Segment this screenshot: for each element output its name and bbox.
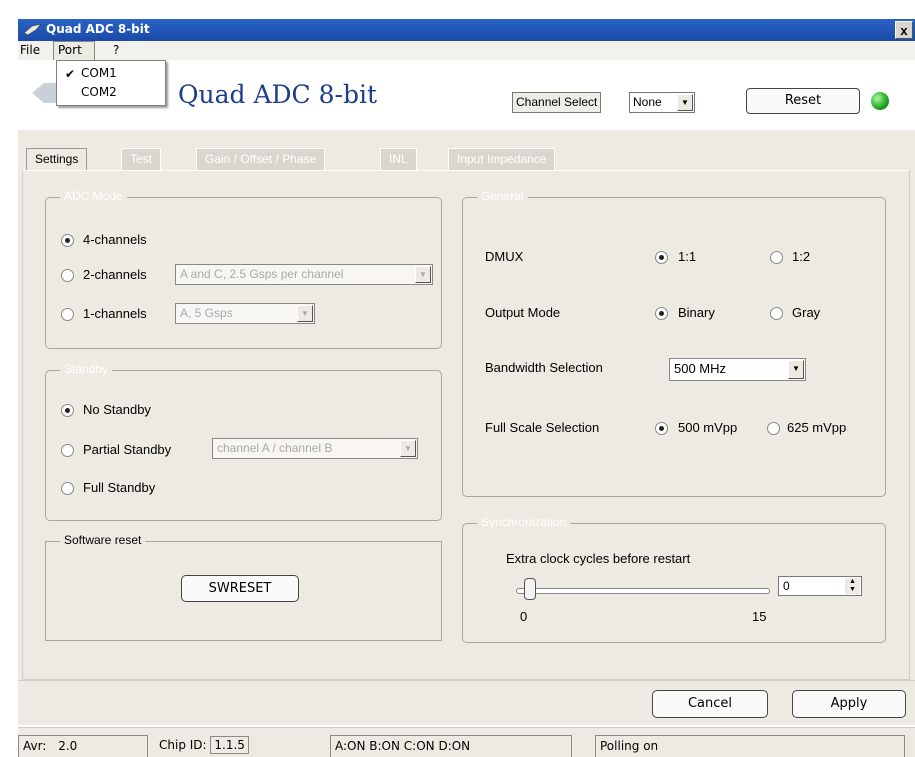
channel-select-label: Channel Select: [512, 92, 602, 113]
status-chip-label: Chip ID:: [159, 738, 207, 752]
menu-port[interactable]: Port: [53, 41, 95, 60]
status-avr-label: Avr:: [23, 739, 47, 753]
software-reset-title: Software reset: [60, 533, 146, 547]
radio-full-standby[interactable]: [61, 482, 74, 495]
chevron-down-icon[interactable]: ▼: [788, 360, 804, 379]
radio-dmux-1-1[interactable]: [655, 251, 668, 264]
radio-dmux-1-2[interactable]: [770, 251, 783, 264]
tab-inl[interactable]: INL: [380, 148, 417, 170]
standby-title: Standby: [60, 362, 113, 376]
menu-help[interactable]: ?: [113, 43, 119, 57]
chevron-down-icon[interactable]: ▼: [400, 440, 416, 457]
tab-test[interactable]: Test: [121, 148, 162, 170]
tab-gain-offset-phase[interactable]: Gain / Offset / Phase: [196, 148, 326, 170]
general-group: General: [462, 189, 886, 497]
one-channel-mode-value: A, 5 Gsps: [180, 306, 233, 320]
app-logo-text: Quad ADC 8-bit: [178, 80, 378, 109]
bandwidth-value: 500 MHz: [674, 361, 727, 376]
label-4-channels: 4-channels: [83, 232, 147, 247]
spin-arrows-icon[interactable]: ▲ ▼: [845, 578, 860, 594]
label-dmux-1-1: 1:1: [678, 249, 697, 264]
status-channels: A:ON B:ON C:ON D:ON: [330, 735, 572, 757]
footer-divider: [18, 680, 915, 681]
label-2-channels: 2-channels: [83, 267, 147, 282]
cancel-button[interactable]: Cancel: [652, 690, 768, 718]
chevron-down-icon[interactable]: ▼: [297, 305, 313, 322]
two-channel-mode-value: A and C, 2.5 Gsps per channel: [180, 267, 344, 281]
label-output-gray: Gray: [792, 305, 821, 320]
title-bar: Quad ADC 8-bit x: [18, 19, 915, 41]
output-mode-label: Output Mode: [485, 305, 561, 320]
radio-output-binary[interactable]: [655, 307, 668, 320]
dmux-label: DMUX: [485, 249, 524, 264]
adc-mode-title: ADC Mode: [60, 189, 127, 203]
radio-1-channels[interactable]: [61, 308, 74, 321]
full-scale-label: Full Scale Selection: [485, 420, 600, 435]
general-title: General: [477, 189, 528, 203]
radio-partial-standby[interactable]: [61, 444, 74, 457]
port-menu-dropdown: ✔ COM1 COM2: [56, 60, 166, 106]
chevron-down-icon[interactable]: ▼: [677, 94, 693, 111]
close-button[interactable]: x: [895, 21, 913, 39]
bandwidth-label: Bandwidth Selection: [485, 360, 603, 375]
radio-4-channels[interactable]: [61, 234, 74, 247]
label-partial-standby: Partial Standby: [83, 442, 172, 457]
port-menu-item-com1[interactable]: COM1: [81, 66, 117, 80]
radio-2-channels[interactable]: [61, 269, 74, 282]
close-icon: x: [900, 23, 908, 38]
port-menu-item-com2[interactable]: COM2: [81, 85, 117, 99]
sync-slider-thumb[interactable]: [524, 578, 536, 600]
status-avr: Avr: 2.0: [18, 735, 148, 757]
slider-min-label: 0: [520, 609, 528, 624]
status-chip-id: Chip ID: 1.1.5: [155, 735, 325, 757]
status-polling: Polling on: [595, 735, 905, 757]
app-icon: [24, 24, 42, 36]
radio-output-gray[interactable]: [770, 307, 783, 320]
menu-bar: File Port ?: [18, 41, 915, 60]
sync-cycles-spinbox[interactable]: 0 ▲ ▼: [778, 576, 862, 596]
label-output-binary: Binary: [678, 305, 715, 320]
label-fs-500: 500 mVpp: [678, 420, 738, 435]
label-fs-625: 625 mVpp: [787, 420, 847, 435]
sync-slider-track[interactable]: [516, 588, 770, 594]
status-chip-value: 1.1.5: [210, 736, 249, 754]
status-avr-value: 2.0: [58, 739, 78, 753]
partial-standby-select[interactable]: channel A / channel B ▼: [212, 438, 418, 459]
channel-select-value: None: [633, 95, 662, 109]
tab-settings[interactable]: Settings: [26, 148, 88, 171]
menu-port-label: Port: [58, 43, 82, 57]
chevron-down-icon[interactable]: ▼: [415, 266, 431, 283]
label-dmux-1-2: 1:2: [792, 249, 811, 264]
menu-file[interactable]: File: [20, 43, 40, 57]
partial-standby-value: channel A / channel B: [217, 441, 333, 455]
apply-button[interactable]: Apply: [792, 690, 906, 718]
status-led-icon: [871, 92, 889, 110]
slider-max-label: 15: [752, 609, 767, 624]
tab-input-impedance[interactable]: Input Impedance: [448, 148, 556, 170]
radio-fs-500[interactable]: [655, 422, 668, 435]
sync-label: Extra clock cycles before restart: [506, 551, 691, 566]
label-full-standby: Full Standby: [83, 480, 156, 495]
one-channel-mode-select[interactable]: A, 5 Gsps ▼: [175, 303, 315, 324]
label-1-channels: 1-channels: [83, 306, 147, 321]
label-no-standby: No Standby: [83, 402, 151, 417]
window-title: Quad ADC 8-bit: [46, 22, 150, 36]
sync-cycles-value: 0: [783, 579, 790, 593]
bandwidth-select[interactable]: 500 MHz ▼: [669, 358, 806, 381]
radio-no-standby[interactable]: [61, 404, 74, 417]
check-icon: ✔: [65, 67, 76, 81]
synchronization-title: Synchronization: [477, 515, 571, 529]
radio-fs-625[interactable]: [767, 422, 780, 435]
channel-select[interactable]: None ▼: [629, 92, 695, 113]
two-channel-mode-select[interactable]: A and C, 2.5 Gsps per channel ▼: [175, 264, 433, 285]
reset-button[interactable]: Reset: [746, 88, 860, 114]
swreset-button[interactable]: SWRESET: [181, 575, 299, 602]
